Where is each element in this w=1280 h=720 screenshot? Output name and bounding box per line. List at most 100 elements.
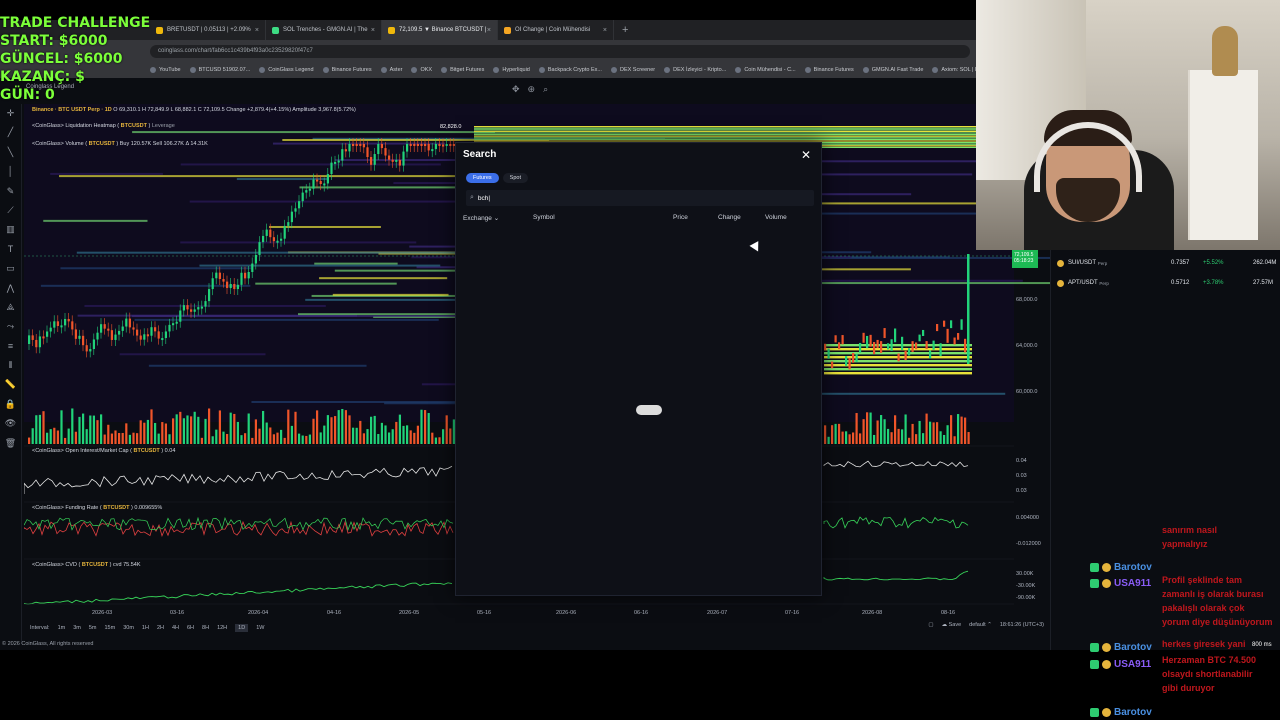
- browser-tab[interactable]: OI Change | Coin Mühendisi ×: [498, 20, 614, 40]
- watchlist-row[interactable]: APT/USDT Perp 0.5712 +3.78% 27.57M: [1057, 277, 1279, 289]
- indicator-funding-rate[interactable]: <CoinGlass> Funding Rate ( BTCUSDT ) 0.0…: [32, 505, 162, 511]
- crosshair-icon[interactable]: ✥: [512, 84, 520, 95]
- interval-button[interactable]: 5m: [89, 625, 97, 631]
- candle: [918, 334, 921, 342]
- close-icon[interactable]: ✕: [801, 148, 811, 162]
- close-tab-icon[interactable]: ×: [255, 27, 259, 34]
- column-exchange[interactable]: Exchange ⌄: [463, 214, 499, 222]
- bookmark-item[interactable]: Binance Futures: [804, 67, 854, 73]
- chat-username[interactable]: Barotov: [1114, 642, 1152, 653]
- peak-price-label: 82,828.0: [440, 124, 462, 130]
- search-icon[interactable]: ⌕: [543, 84, 548, 95]
- chat-username[interactable]: Barotov: [1114, 562, 1152, 573]
- bookmark-item[interactable]: GMGN.AI Fast Trade: [862, 67, 923, 73]
- bar-tool-icon[interactable]: ▥: [0, 220, 21, 239]
- candle: [71, 321, 74, 330]
- lock-icon[interactable]: 🔒: [0, 395, 21, 414]
- bookmark-item[interactable]: Hyperliquid: [493, 67, 530, 73]
- candle: [395, 159, 398, 162]
- column-symbol[interactable]: Symbol: [533, 214, 555, 221]
- watchlist-row[interactable]: SUI/USDT Perp 0.7357 +5.52% 262.04M: [1057, 257, 1279, 269]
- volume-bar: [103, 434, 106, 444]
- interval-button[interactable]: 2H: [157, 625, 164, 631]
- interval-button[interactable]: 1H: [142, 625, 149, 631]
- indicator-cvd[interactable]: <CoinGlass> CVD ( BTCUSDT ) cvd 75.54K: [32, 562, 141, 568]
- heatmap-band: [59, 175, 515, 178]
- layout-select[interactable]: default ⌃: [969, 622, 992, 628]
- bookmark-item[interactable]: YouTube: [150, 67, 181, 73]
- eye-icon[interactable]: 👁: [0, 414, 21, 433]
- close-tab-icon[interactable]: ×: [603, 27, 607, 34]
- bookmark-item[interactable]: Aster: [380, 67, 402, 73]
- interval-button-selected[interactable]: 1D: [235, 624, 249, 632]
- pattern-tool-icon[interactable]: ⋀: [0, 279, 21, 298]
- chat-username[interactable]: USA911: [1114, 659, 1151, 670]
- bookmark-item[interactable]: DEX Screener: [610, 67, 655, 73]
- pencil-icon[interactable]: ✎: [0, 182, 21, 201]
- bookmark-item[interactable]: Backpack Crypto Ex...: [538, 67, 602, 73]
- ray-tool-icon[interactable]: ╲: [0, 143, 21, 162]
- interval-button[interactable]: 1m: [58, 625, 66, 631]
- column-price[interactable]: Price: [673, 214, 688, 221]
- save-button[interactable]: ☁ Save: [942, 622, 962, 628]
- volume-bar: [136, 433, 139, 444]
- chat-message: sanırım nasıl: [1162, 525, 1218, 535]
- rectangle-tool-icon[interactable]: ▭: [0, 259, 21, 278]
- new-tab-icon[interactable]: +: [622, 24, 628, 36]
- bookmark-item[interactable]: CoinGlass Legend: [259, 67, 314, 73]
- volume-bar: [341, 408, 344, 444]
- bookmark-item[interactable]: DEX İzleyici - Kripto...: [664, 67, 726, 73]
- trend-line-icon[interactable]: ⟋: [0, 201, 21, 220]
- fib-tool-icon[interactable]: ≡: [0, 337, 21, 356]
- interval-button[interactable]: 12H: [217, 625, 227, 631]
- close-tab-icon[interactable]: ×: [487, 27, 491, 34]
- close-tab-icon[interactable]: ×: [371, 27, 375, 34]
- heatmap-band: [50, 172, 163, 175]
- interval-button[interactable]: 6H: [187, 625, 194, 631]
- candle: [197, 307, 200, 310]
- volume-bar: [132, 432, 135, 444]
- bookmark-label: Backpack Crypto Ex...: [547, 67, 602, 73]
- zoom-icon[interactable]: ⊕: [528, 84, 536, 95]
- browser-tab[interactable]: BRETUSDT | 0.05113 | +2.09% ×: [150, 20, 266, 40]
- bookmark-item[interactable]: BTCUSD 51902.07...: [189, 67, 250, 73]
- bookmark-item[interactable]: OKX: [411, 67, 432, 73]
- chat-username[interactable]: USA911: [1114, 578, 1151, 589]
- x-axis-label: 2026-08: [862, 610, 883, 616]
- bookmark-item[interactable]: Binance Futures: [322, 67, 372, 73]
- indicator-open-interest[interactable]: <CoinGlass> Open Interest/Market Cap ( B…: [32, 448, 175, 454]
- line-tool-icon[interactable]: ╱: [0, 123, 21, 142]
- url-field[interactable]: coinglass.com/chart/fab6cc1c439b4f93a0c2…: [150, 45, 970, 58]
- vertical-line-icon[interactable]: │: [0, 162, 21, 181]
- interval-button[interactable]: 3m: [73, 625, 81, 631]
- browser-tab[interactable]: SOL Trenches - GMGN.AI | The ×: [266, 20, 382, 40]
- indicator-heatmap[interactable]: <CoinGlass> Liquidation Heatmap ( BTCUSD…: [32, 123, 175, 129]
- volume-bar: [31, 428, 34, 444]
- search-input[interactable]: ⌕ bch|: [466, 190, 814, 206]
- candle: [348, 144, 351, 152]
- volume-bar: [172, 418, 175, 444]
- cursor-tool-icon[interactable]: ✛: [0, 104, 21, 123]
- heatmap-band: [199, 264, 441, 267]
- interval-button[interactable]: 4H: [172, 625, 179, 631]
- path-tool-icon[interactable]: ⤳: [0, 317, 21, 336]
- interval-button[interactable]: 15m: [105, 625, 116, 631]
- trash-icon[interactable]: 🗑: [0, 434, 21, 453]
- column-volume[interactable]: Volume: [765, 214, 787, 221]
- chat-username[interactable]: Barotov: [1114, 707, 1152, 718]
- interval-button[interactable]: 1W: [256, 625, 264, 631]
- interval-button[interactable]: 8H: [202, 625, 209, 631]
- tab-spot[interactable]: Spot: [502, 173, 528, 183]
- bookmark-item[interactable]: Bitget Futures: [441, 67, 484, 73]
- measure-tool-icon[interactable]: ⫴: [0, 356, 21, 375]
- polygon-tool-icon[interactable]: ⟁: [0, 298, 21, 317]
- text-tool-icon[interactable]: T: [0, 240, 21, 259]
- bookmark-item[interactable]: Coin Mühendisi - C...: [735, 67, 796, 73]
- interval-button[interactable]: 30m: [123, 625, 134, 631]
- tab-futures[interactable]: Futures: [466, 173, 499, 183]
- ruler-icon[interactable]: 📏: [0, 375, 21, 394]
- browser-tab-active[interactable]: 72,109.5 ▼ Binance BTCUSDT | ×: [382, 20, 498, 40]
- column-change[interactable]: Change: [718, 214, 741, 221]
- indicator-volume[interactable]: <CoinGlass> Volume ( BTCUSDT ) Buy 120.5…: [32, 141, 208, 147]
- screenshot-icon[interactable]: ▢: [928, 622, 933, 628]
